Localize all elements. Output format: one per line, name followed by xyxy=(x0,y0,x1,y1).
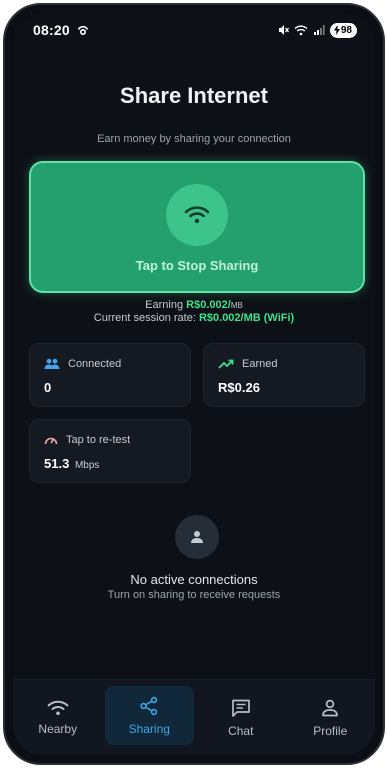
charging-icon xyxy=(333,25,340,35)
session-rate-label: Current session rate: xyxy=(93,312,196,324)
speed-test-card[interactable]: Tap to re-test 51.3 Mbps xyxy=(29,419,191,483)
earning-unit: MB xyxy=(230,301,243,310)
status-time: 08:20 xyxy=(33,22,70,38)
speed-unit: Mbps xyxy=(74,460,100,471)
nav-label-nearby: Nearby xyxy=(38,721,78,736)
app-screen: 08:20 98 Share Internet Earn money by sh… xyxy=(13,13,375,755)
person-icon xyxy=(322,699,339,716)
battery-level: 98 xyxy=(340,24,352,36)
trending-up-icon xyxy=(218,359,234,369)
speed-value-row: 51.3 Mbps xyxy=(44,456,176,471)
speedometer-icon xyxy=(44,437,58,445)
earned-card: Earned R$0.26 xyxy=(203,343,365,407)
nav-label-sharing: Sharing xyxy=(128,721,170,736)
wifi-icon xyxy=(184,206,210,224)
wifi-icon xyxy=(47,700,69,715)
empty-state-subtitle: Turn on sharing to receive requests xyxy=(107,589,281,601)
nav-item-nearby[interactable]: Nearby xyxy=(13,680,103,755)
share-toggle-icon-wrap xyxy=(166,184,228,246)
person-icon xyxy=(191,531,203,543)
speed-test-header: Tap to re-test xyxy=(44,434,176,446)
speed-value: 51.3 xyxy=(44,456,70,471)
connected-value: 0 xyxy=(44,380,52,395)
bottom-nav: Nearby Sharing Chat Profile xyxy=(13,679,375,755)
session-rate-value: R$0.002/MB (WiFi) xyxy=(198,312,295,324)
battery-indicator: 98 xyxy=(329,22,357,38)
page-subtitle: Earn money by sharing your connection xyxy=(97,133,291,145)
earning-info: Earning R$0.002/MB Current session rate:… xyxy=(13,299,375,325)
nav-item-chat[interactable]: Chat xyxy=(196,680,286,755)
speed-test-label: Tap to re-test xyxy=(66,434,131,446)
page-title: Share Internet xyxy=(120,83,268,108)
nav-item-profile[interactable]: Profile xyxy=(286,680,376,755)
nav-item-sharing[interactable]: Sharing xyxy=(104,686,194,745)
chat-icon xyxy=(231,699,250,717)
wifi-status-icon xyxy=(294,25,308,36)
connected-card: Connected 0 xyxy=(29,343,191,407)
empty-state-title: No active connections xyxy=(130,572,258,587)
connected-header: Connected xyxy=(44,358,176,370)
stop-sharing-label: Tap to Stop Sharing xyxy=(135,258,259,273)
nav-label-profile: Profile xyxy=(313,723,348,738)
share-icon xyxy=(140,696,158,715)
earned-header: Earned xyxy=(218,358,350,370)
connected-label: Connected xyxy=(68,358,122,370)
earned-label: Earned xyxy=(242,358,278,370)
earning-value: R$0.002/ xyxy=(186,299,231,311)
signal-icon xyxy=(313,25,325,35)
nav-label-chat: Chat xyxy=(228,723,254,738)
mute-icon xyxy=(278,25,289,35)
hotspot-status-icon xyxy=(77,25,89,36)
empty-state-avatar xyxy=(175,515,219,559)
status-icons: 98 xyxy=(277,22,357,38)
stop-sharing-button[interactable]: Tap to Stop Sharing xyxy=(29,161,365,293)
phone-frame: 08:20 98 Share Internet Earn money by sh… xyxy=(3,3,385,765)
status-bar: 08:20 98 xyxy=(13,13,375,47)
earned-value: R$0.26 xyxy=(218,380,260,395)
earning-prefix: Earning xyxy=(145,299,184,311)
users-icon xyxy=(44,358,60,369)
